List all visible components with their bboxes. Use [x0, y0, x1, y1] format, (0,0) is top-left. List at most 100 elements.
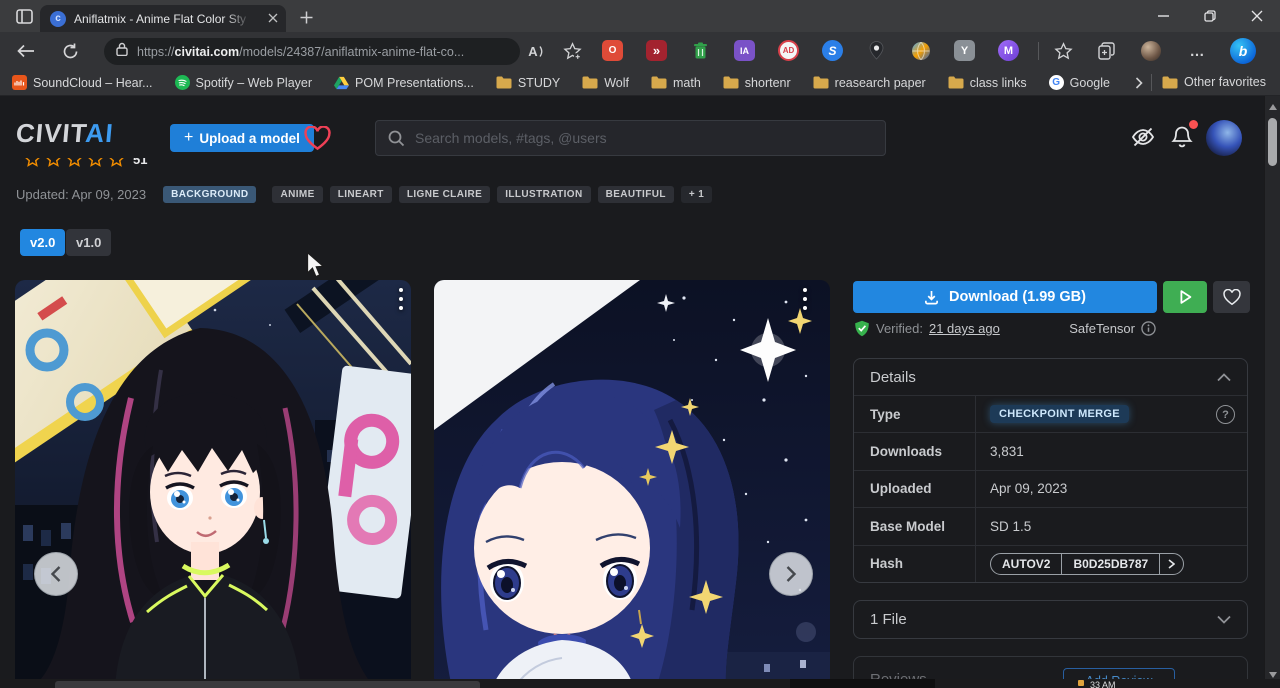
bookmarks-overflow-chevron-icon[interactable]	[1130, 74, 1148, 92]
more-tags-chip[interactable]: + 1	[681, 186, 712, 203]
bookmark-folder-reasearch-paper[interactable]: reasearch paper	[813, 76, 926, 90]
extension-onetab-icon[interactable]: O	[602, 40, 623, 61]
search-input[interactable]	[415, 130, 855, 146]
rating-star-icon[interactable]	[24, 158, 41, 168]
bookmark-soundcloud[interactable]: SoundCloud – Hear...	[12, 75, 153, 90]
carousel-next-button[interactable]	[769, 552, 813, 596]
file-format-label: SafeTensor	[1069, 321, 1135, 336]
browser-profile-avatar[interactable]	[1141, 41, 1161, 61]
hash-expand-chevron-icon[interactable]	[1159, 554, 1183, 574]
search-bar[interactable]	[375, 120, 886, 156]
extension-shazam-icon[interactable]: S	[822, 40, 843, 61]
info-icon[interactable]	[1141, 321, 1156, 336]
taskbar-search-box[interactable]	[55, 681, 480, 688]
scrollbar-thumb[interactable]	[1268, 118, 1277, 166]
user-avatar[interactable]	[1206, 120, 1242, 156]
window-restore-button[interactable]	[1187, 0, 1233, 32]
model-image-card-1[interactable]	[15, 280, 411, 688]
tag-ligne-claire[interactable]: LIGNE CLAIRE	[399, 186, 490, 203]
window-close-button[interactable]	[1234, 0, 1280, 32]
details-header[interactable]: Details	[854, 359, 1247, 395]
bookmark-folder-study[interactable]: STUDY	[496, 76, 560, 90]
version-v1-button[interactable]: v1.0	[66, 229, 111, 256]
browser-tab[interactable]: c Aniflatmix - Anime Flat Color Sty	[40, 5, 286, 32]
tag-lineart[interactable]: LINEART	[330, 186, 392, 203]
hash-type: AUTOV2	[991, 554, 1061, 574]
files-panel[interactable]: 1 File	[853, 600, 1248, 639]
type-badge[interactable]: CHECKPOINT MERGE	[990, 405, 1129, 423]
liked-models-heart-icon[interactable]	[301, 123, 333, 153]
tag-illustration[interactable]: ILLUSTRATION	[497, 186, 590, 203]
back-button[interactable]	[14, 41, 38, 61]
extension-ia-icon[interactable]: IA	[734, 40, 755, 61]
bookmark-pom-presentations[interactable]: POM Presentations...	[334, 76, 474, 90]
model-image-card-2[interactable]	[434, 280, 830, 688]
rating-star-icon[interactable]	[66, 158, 83, 168]
model-image-starry-girl	[434, 280, 830, 688]
favorite-model-button[interactable]	[1213, 281, 1250, 313]
rating-count: 51	[133, 158, 147, 167]
extension-adblock-icon[interactable]: AD	[778, 40, 799, 61]
chevron-down-icon	[1217, 615, 1231, 624]
add-favorite-star-icon[interactable]	[560, 40, 584, 62]
favorites-bar-star-icon[interactable]	[1052, 40, 1074, 62]
verification-row: Verified: 21 days ago SafeTensor	[854, 320, 1156, 337]
scroll-down-arrow-icon[interactable]	[1269, 672, 1277, 678]
read-aloud-icon[interactable]: A	[525, 42, 547, 60]
address-bar[interactable]: https://civitai.com/models/24387/aniflat…	[104, 38, 520, 65]
extension-map-pin-icon[interactable]	[866, 40, 887, 61]
help-icon[interactable]: ?	[1216, 405, 1235, 424]
tag-anime[interactable]: ANIME	[272, 186, 322, 203]
rating-star-icon[interactable]	[108, 158, 125, 168]
verified-time-link[interactable]: 21 days ago	[929, 321, 1000, 336]
download-icon	[924, 290, 939, 305]
scroll-up-arrow-icon[interactable]	[1269, 104, 1277, 110]
tag-beautiful[interactable]: BEAUTIFUL	[598, 186, 674, 203]
url-text[interactable]: https://civitai.com/models/24387/aniflat…	[137, 45, 464, 59]
download-button[interactable]: Download (1.99 GB)	[853, 281, 1157, 313]
bookmark-folder-class-links[interactable]: class links	[948, 76, 1027, 90]
tag-background[interactable]: BACKGROUND	[163, 186, 256, 203]
collections-icon[interactable]	[1096, 40, 1118, 62]
extension-trash-icon[interactable]	[690, 40, 711, 61]
image-2-menu-icon[interactable]	[803, 288, 807, 310]
extension-y-icon[interactable]: Y	[954, 40, 975, 61]
verified-label: Verified:	[876, 321, 923, 336]
hash-pill[interactable]: AUTOV2 B0D25DB787	[990, 553, 1184, 575]
extension-globe-icon[interactable]	[910, 40, 931, 61]
detail-row-downloads: Downloads 3,831	[854, 432, 1247, 469]
extension-fast-forward-icon[interactable]: »	[646, 40, 667, 61]
rating-star-icon[interactable]	[87, 158, 104, 168]
window-minimize-button[interactable]	[1140, 0, 1186, 32]
site-security-lock-icon[interactable]	[116, 42, 128, 61]
extension-monica-icon[interactable]: M	[998, 40, 1019, 61]
other-favorites[interactable]: Other favorites	[1162, 75, 1266, 89]
bing-chat-icon[interactable]: b	[1230, 38, 1256, 64]
chevron-right-icon	[784, 565, 798, 583]
civitai-logo[interactable]: CIVITAI	[15, 118, 115, 149]
toolbar-more-menu-icon[interactable]: …	[1186, 40, 1208, 62]
tab-close-icon[interactable]	[268, 10, 278, 28]
heart-icon	[1223, 289, 1241, 306]
detail-row-uploaded: Uploaded Apr 09, 2023	[854, 470, 1247, 507]
tab-actions-menu-icon[interactable]	[12, 6, 36, 26]
bookmark-folder-shortenr[interactable]: shortenr	[723, 76, 791, 90]
folder-icon	[496, 76, 512, 89]
bookmark-google[interactable]: G Google	[1049, 75, 1110, 90]
image-1-menu-icon[interactable]	[399, 288, 403, 310]
bookmark-spotify[interactable]: Spotify – Web Player	[175, 75, 313, 90]
version-v2-button[interactable]: v2.0	[20, 229, 65, 256]
run-model-button[interactable]	[1163, 281, 1207, 313]
carousel-prev-button[interactable]	[34, 552, 78, 596]
page-scrollbar[interactable]	[1264, 96, 1280, 688]
bookmark-folder-math[interactable]: math	[651, 76, 701, 90]
upload-model-button[interactable]: + Upload a model	[170, 124, 314, 152]
bookmark-folder-wolf[interactable]: Wolf	[582, 76, 629, 90]
taskbar-clock: 33 AM	[1090, 680, 1116, 688]
google-icon: G	[1049, 75, 1064, 90]
browsing-mode-eye-off-icon[interactable]	[1129, 124, 1157, 150]
new-tab-button[interactable]	[296, 7, 316, 27]
rating-star-icon[interactable]	[45, 158, 62, 168]
notification-badge	[1189, 120, 1198, 129]
refresh-button[interactable]	[58, 40, 82, 62]
